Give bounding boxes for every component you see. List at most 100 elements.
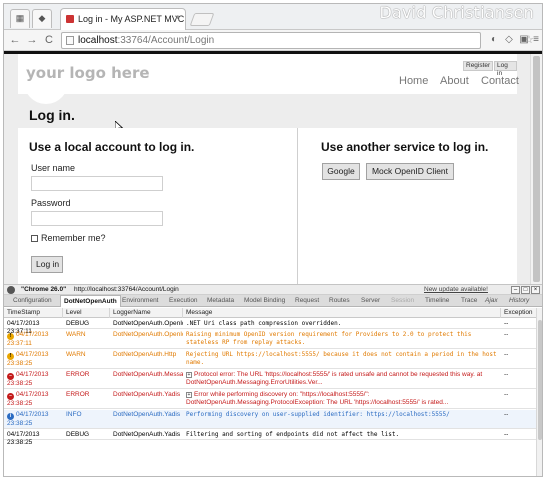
browser-toolbar: ← → C localhost:33764/Account/Login ☆ ◐ …	[4, 30, 542, 51]
login-link[interactable]: Log in	[494, 61, 517, 77]
nav-home[interactable]: Home	[399, 75, 428, 87]
password-label: Password	[31, 198, 71, 208]
row-message: Raising minimum OpenID version requireme…	[186, 331, 472, 346]
glimpse-bar: "Chrome 26.0" http://localhost:33764/Acc…	[4, 284, 542, 295]
register-link[interactable]: Register	[463, 61, 494, 71]
tab-model-binding[interactable]: Model Binding	[244, 295, 285, 307]
row-exception: --	[504, 351, 509, 358]
row-logger: DotNetOpenAuth.Yadis	[113, 431, 181, 438]
row-time-cell: –04/17/2013 23:38:25	[4, 371, 63, 388]
tab-metadata[interactable]: Metadata	[207, 295, 234, 307]
row-level: DEBUG	[66, 431, 90, 438]
pinned-tab-1[interactable]: ▦	[10, 9, 30, 28]
external-login-heading: Use another service to log in.	[321, 140, 489, 154]
warning-icon: !	[7, 333, 14, 340]
tab-strip: ▦ ◆ Log in - My ASP.NET MVC × David Chri…	[4, 4, 542, 30]
site-header: your logo here Register Log in Home Abou…	[18, 54, 519, 104]
tab-execution[interactable]: Execution	[169, 295, 198, 307]
address-bar[interactable]: localhost:33764/Account/Login ☆	[61, 32, 534, 49]
watermark: David Christiansen	[379, 3, 534, 22]
update-link[interactable]: New update available!	[424, 285, 488, 295]
warning-icon: !	[7, 353, 14, 360]
minimize-icon[interactable]: –	[511, 286, 520, 294]
row-message: .NET Uri class path compression overridd…	[186, 320, 342, 327]
col-loggername[interactable]: LoggerName	[110, 308, 183, 318]
row-exception: --	[504, 331, 509, 338]
extension-icon-2[interactable]: ▣	[518, 34, 530, 46]
glimpse-extension-icon[interactable]: ◇	[503, 34, 515, 46]
back-icon[interactable]: ←	[8, 33, 22, 47]
panel-scrollbar[interactable]	[536, 308, 542, 476]
nav-contact[interactable]: Contact	[481, 75, 519, 87]
row-exception: --	[504, 411, 509, 418]
col-exception[interactable]: Exception	[501, 308, 536, 318]
row-message: Filtering and sorting of endpoints did n…	[186, 431, 400, 438]
tab-timeline[interactable]: Timeline	[425, 295, 449, 307]
expand-icon[interactable]: +	[186, 392, 192, 398]
log-row: i 04/17/2013 23:38:25 INFO DotNetOpenAuth…	[4, 410, 536, 429]
pinned-tab-2[interactable]: ◆	[32, 9, 52, 28]
row-level: ERROR	[66, 391, 90, 398]
log-row: –04/17/2013 23:38:25 ERROR DotNetOpenAut…	[4, 370, 536, 389]
google-login-button[interactable]: Google	[322, 163, 360, 180]
page-scrollbar[interactable]	[530, 54, 542, 284]
row-level: INFO	[66, 411, 82, 418]
log-row: –04/17/2013 23:38:25 ERROR DotNetOpenAut…	[4, 390, 536, 409]
reload-icon[interactable]: C	[42, 33, 56, 47]
row-logger: DotNetOpenAuth.OpenId	[113, 320, 183, 327]
glimpse-logo-icon	[7, 286, 15, 294]
row-message: Performing discovery on user-supplied id…	[186, 411, 450, 418]
mock-openid-button[interactable]: Mock OpenID Client	[366, 163, 454, 180]
row-time-cell: i 04/17/2013 23:38:25	[4, 411, 63, 428]
row-level: ERROR	[66, 371, 90, 378]
row-level: DEBUG	[66, 320, 90, 327]
site-logo[interactable]: your logo here	[26, 64, 150, 82]
row-level: WARN	[66, 351, 86, 358]
menu-icon[interactable]: ≡	[530, 34, 542, 46]
close-icon[interactable]: ×	[531, 286, 540, 294]
row-logger: DotNetOpenAuth.Yadis	[113, 411, 181, 418]
tab-session[interactable]: Session	[391, 295, 414, 307]
row-logger: DotNetOpenAuth.Yadis	[113, 391, 181, 398]
row-time-cell: ! 04/17/2013 23:37:11	[4, 331, 63, 348]
tab-request[interactable]: Request	[295, 295, 319, 307]
panel-scrollbar-thumb[interactable]	[538, 320, 542, 440]
tab-environment[interactable]: Environment	[122, 295, 159, 307]
expand-icon[interactable]: +	[186, 372, 192, 378]
username-label: User name	[31, 163, 76, 173]
new-tab-button[interactable]	[189, 13, 215, 26]
popout-icon[interactable]: □	[521, 286, 530, 294]
page-title: Log in.	[29, 107, 75, 123]
glimpse-request-url: http://localhost:33764/Account/Login	[74, 286, 179, 293]
tab-dotnetopenauth[interactable]: DotNetOpenAuth	[60, 295, 121, 307]
browser-window: ▦ ◆ Log in - My ASP.NET MVC × David Chri…	[3, 3, 543, 477]
tab-routes[interactable]: Routes	[329, 295, 350, 307]
col-message[interactable]: Message	[183, 308, 501, 318]
row-time: 04/17/2013 23:38:25	[7, 431, 40, 446]
tab-trace[interactable]: Trace	[461, 295, 477, 307]
url-host: localhost	[78, 35, 118, 46]
password-input[interactable]	[31, 211, 163, 226]
username-input[interactable]	[31, 176, 163, 191]
tab-configuration[interactable]: Configuration	[13, 295, 52, 307]
col-timestamp[interactable]: TimeStamp	[4, 308, 63, 318]
log-row: ! 04/17/2013 23:38:25 WARN DotNetOpenAuth…	[4, 350, 536, 369]
tab-close-icon[interactable]: ×	[174, 9, 180, 29]
col-level[interactable]: Level	[63, 308, 110, 318]
tab-server[interactable]: Server	[361, 295, 380, 307]
row-message-cell[interactable]: + Protocol error: The URL 'https://localh…	[183, 371, 501, 387]
log-row: ! 04/17/2013 23:37:11 WARN DotNetOpenAuth…	[4, 330, 536, 349]
login-button[interactable]: Log in	[31, 256, 63, 273]
tab-history[interactable]: History	[509, 295, 529, 307]
row-exception: --	[504, 371, 509, 378]
row-message-cell[interactable]: + Error while performing discovery on: "h…	[183, 391, 501, 407]
forward-icon[interactable]: →	[25, 33, 39, 47]
active-tab[interactable]: Log in - My ASP.NET MVC ×	[60, 8, 186, 30]
page-scrollbar-thumb[interactable]	[533, 56, 540, 282]
extension-icon[interactable]: ◐	[488, 34, 500, 46]
tab-ajax[interactable]: Ajax	[485, 295, 498, 307]
remember-me-checkbox[interactable]	[31, 235, 38, 242]
glimpse-tabs: Configuration DotNetOpenAuth Environment…	[4, 295, 542, 307]
log-table-header: TimeStamp Level LoggerName Message Excep…	[4, 308, 536, 318]
nav-about[interactable]: About	[440, 75, 469, 87]
